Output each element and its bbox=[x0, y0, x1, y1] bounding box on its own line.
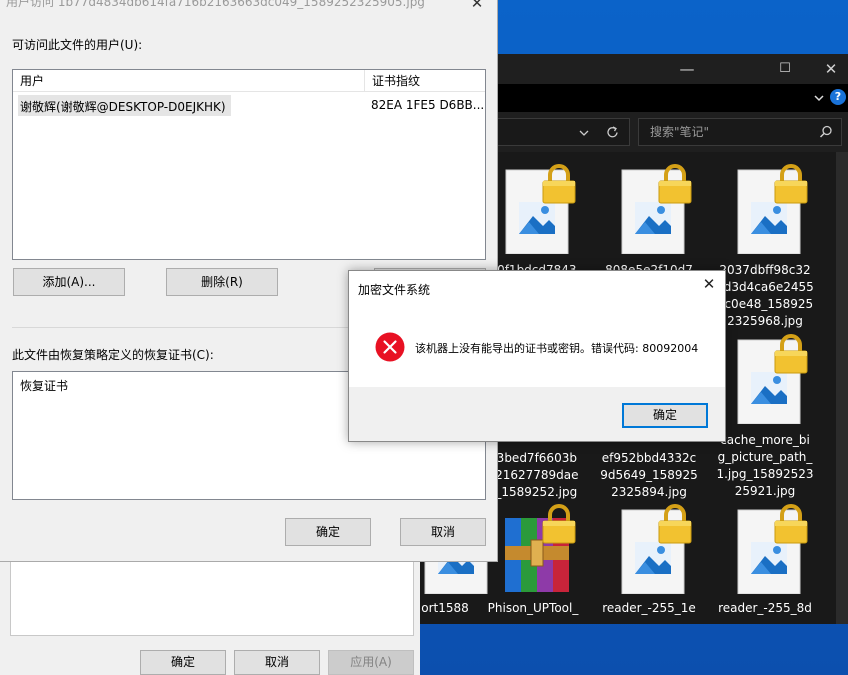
close-icon[interactable]: ✕ bbox=[697, 275, 721, 297]
maximize-icon[interactable]: ☐ bbox=[762, 54, 808, 84]
file-name-label[interactable]: 2037dbff98c32 4d3d4ca6e2455 4c0e48_15892… bbox=[710, 262, 820, 330]
chevron-down-icon[interactable] bbox=[579, 128, 589, 138]
list-header: 用户 证书指纹 bbox=[13, 70, 485, 92]
close-icon[interactable]: ✕ bbox=[462, 0, 492, 16]
properties-apply-button[interactable]: 应用(A) bbox=[328, 650, 414, 675]
lock-icon bbox=[773, 504, 809, 547]
column-divider bbox=[364, 70, 365, 92]
file-name-label[interactable]: cache_more_bi g_picture_path_ 1.jpg_1589… bbox=[710, 432, 820, 500]
users-label: 可访问此文件的用户(U): bbox=[12, 38, 143, 52]
help-icon[interactable]: ? bbox=[830, 89, 846, 105]
file-name-label[interactable]: Phison_UPTool_ bbox=[478, 600, 588, 617]
search-input[interactable]: 搜索"笔记" bbox=[638, 118, 842, 146]
recovery-cert-header[interactable]: 恢复证书 bbox=[20, 377, 68, 394]
chevron-down-icon[interactable] bbox=[814, 93, 824, 103]
properties-ok-button[interactable]: 确定 bbox=[140, 650, 226, 675]
efs-dialog-footer: 确定 bbox=[349, 387, 725, 441]
error-icon bbox=[375, 332, 405, 362]
search-placeholder: 搜索"笔记" bbox=[650, 125, 710, 139]
file-name-label[interactable]: reader_-255_8d bbox=[710, 600, 820, 617]
lock-icon bbox=[541, 164, 577, 207]
lock-icon bbox=[773, 334, 809, 377]
scrollbar[interactable] bbox=[836, 152, 848, 624]
users-list[interactable]: 用户 证书指纹 谢敬辉(谢敬辉@DESKTOP-D0EJKHK) 82EA 1F… bbox=[12, 69, 486, 260]
minimize-icon[interactable]: — bbox=[664, 54, 710, 84]
file-name-label[interactable]: ef952bbd4332c 9d5649_158925 2325894.jpg bbox=[594, 450, 704, 501]
refresh-icon[interactable] bbox=[605, 125, 620, 140]
user-cell: 谢敬辉(谢敬辉@DESKTOP-D0EJKHK) bbox=[20, 100, 226, 114]
cert-cell: 82EA 1FE5 D6BB... bbox=[371, 98, 485, 112]
column-header-cert[interactable]: 证书指纹 bbox=[372, 70, 420, 92]
close-icon[interactable]: ✕ bbox=[808, 54, 848, 84]
lock-icon bbox=[541, 504, 577, 547]
properties-cancel-button[interactable]: 取消 bbox=[234, 650, 320, 675]
lock-icon bbox=[773, 164, 809, 207]
lock-icon bbox=[657, 164, 693, 207]
column-header-user[interactable]: 用户 bbox=[20, 70, 44, 92]
recovery-label: 此文件由恢复策略定义的恢复证书(C): bbox=[12, 348, 214, 362]
ok-button[interactable]: 确定 bbox=[285, 518, 371, 546]
table-row[interactable]: 谢敬辉(谢敬辉@DESKTOP-D0EJKHK) bbox=[18, 95, 231, 116]
cancel-button[interactable]: 取消 bbox=[400, 518, 486, 546]
add-user-button[interactable]: 添加(A)... bbox=[13, 268, 125, 296]
remove-user-button[interactable]: 删除(R) bbox=[166, 268, 278, 296]
efs-dialog-title: 加密文件系统 bbox=[358, 283, 431, 297]
ok-button[interactable]: 确定 bbox=[622, 403, 708, 428]
lock-icon bbox=[657, 504, 693, 547]
search-icon bbox=[819, 125, 832, 138]
efs-error-dialog: 加密文件系统 ✕ 该机器上没有能导出的证书或密钥。错误代码: 80092004 … bbox=[348, 270, 726, 442]
error-message: 该机器上没有能导出的证书或密钥。错误代码: 80092004 bbox=[415, 342, 699, 355]
dialog-title: 用户访问 1b77d4834db614fa716b2163663dc049_15… bbox=[6, 0, 425, 9]
file-name-label[interactable]: reader_-255_1e bbox=[594, 600, 704, 617]
